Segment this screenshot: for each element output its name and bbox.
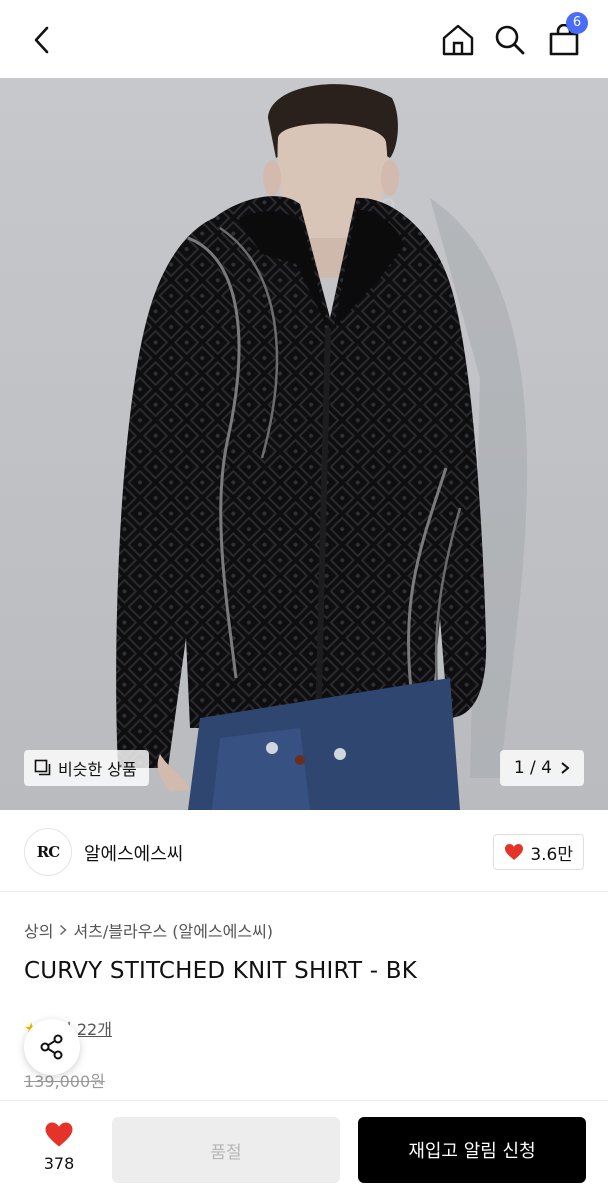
heart-icon bbox=[45, 1122, 73, 1147]
restock-notify-button[interactable]: 재입고 알림 신청 bbox=[358, 1117, 586, 1183]
share-button[interactable] bbox=[24, 1019, 80, 1075]
similar-products-label: 비슷한 상품 bbox=[58, 760, 137, 779]
bottom-action-bar: 378 품절 재입고 알림 신청 bbox=[0, 1100, 608, 1200]
similar-products-button[interactable]: 비슷한 상품 bbox=[24, 750, 149, 786]
brand-logo[interactable]: RC bbox=[24, 828, 72, 876]
brand-name[interactable]: 알에스에스씨 bbox=[84, 840, 183, 866]
duplicate-icon bbox=[34, 759, 51, 776]
product-title: CURVY STITCHED KNIT SHIRT - BK bbox=[24, 958, 418, 984]
breadcrumb-item-top[interactable]: 상의 bbox=[24, 918, 53, 942]
cart-count-badge: 6 bbox=[566, 12, 588, 34]
top-bar: 6 bbox=[0, 0, 608, 78]
share-icon bbox=[40, 1034, 63, 1060]
breadcrumb-item-category[interactable]: 셔츠/블라우스 (알에스에스씨) bbox=[73, 918, 273, 942]
breadcrumb: 상의 셔츠/블라우스 (알에스에스씨) bbox=[24, 918, 273, 942]
wishlist-count: 378 bbox=[43, 1154, 75, 1173]
wishlist-button[interactable]: 378 bbox=[28, 1121, 90, 1173]
chevron-right-icon bbox=[561, 762, 570, 774]
soldout-button: 품절 bbox=[112, 1117, 340, 1183]
image-pager[interactable]: 1 / 4 bbox=[499, 750, 584, 786]
brand-row: RC 알에스에스씨 3.6만 bbox=[0, 810, 608, 892]
back-icon[interactable] bbox=[22, 18, 62, 62]
heart-icon bbox=[505, 844, 524, 860]
shopping-bag-icon[interactable]: 6 bbox=[544, 12, 588, 62]
brand-logo-text: RC bbox=[36, 843, 60, 861]
model-photo bbox=[116, 84, 528, 810]
brand-like-button[interactable]: 3.6만 bbox=[493, 834, 584, 870]
brand-like-count: 3.6만 bbox=[530, 844, 573, 865]
product-image[interactable]: 비슷한 상품 1 / 4 bbox=[0, 78, 608, 810]
pager-text: 1 / 4 bbox=[513, 758, 552, 778]
chevron-right-icon bbox=[60, 924, 68, 936]
home-icon[interactable] bbox=[438, 18, 478, 62]
search-icon[interactable] bbox=[490, 18, 530, 62]
